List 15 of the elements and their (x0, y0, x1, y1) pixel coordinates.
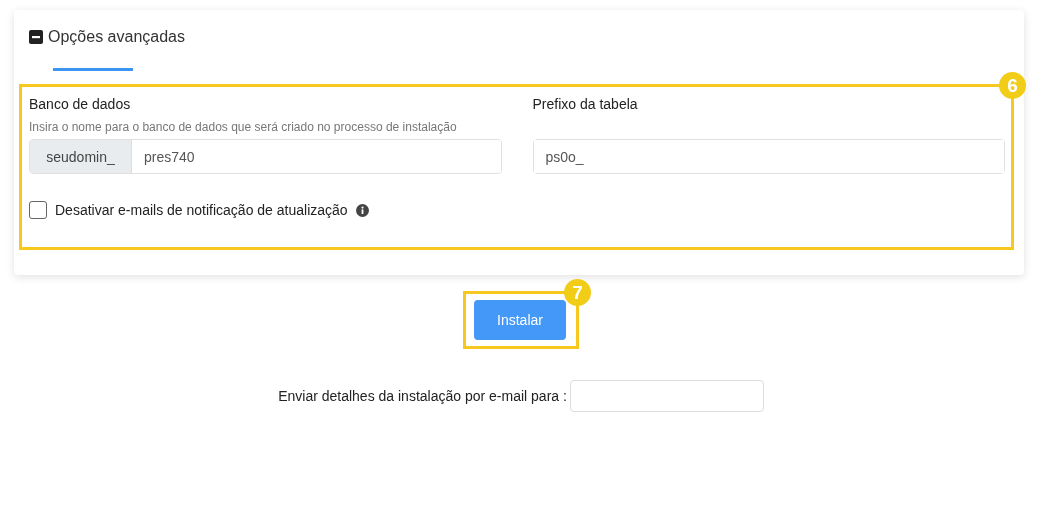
section-title[interactable]: Opções avançadas (48, 28, 185, 46)
checkbox[interactable] (29, 201, 47, 219)
field-label: Prefixo da tabela (532, 95, 639, 114)
callout-badge: 7 (564, 279, 591, 306)
callout-badge: 6 (999, 72, 1026, 99)
field-label: Banco de dados (29, 95, 132, 114)
checkbox-label: Desativar e-mails de notificação de atualização (55, 202, 348, 218)
field-hint: Insira o nome para o banco de dados que será criado no processo de instalação (29, 119, 458, 136)
input-prefix: seudomin_ (30, 140, 132, 173)
database-name-field[interactable]: seudomin_ pres740 (29, 139, 502, 174)
table-prefix-field[interactable]: ps0o_ (532, 139, 1005, 174)
info-icon[interactable] (355, 203, 369, 217)
email-field[interactable] (569, 380, 764, 412)
collapse-icon[interactable] (29, 30, 43, 44)
email-label: Enviar detalhes da instalação por e-mail para : (278, 388, 567, 404)
